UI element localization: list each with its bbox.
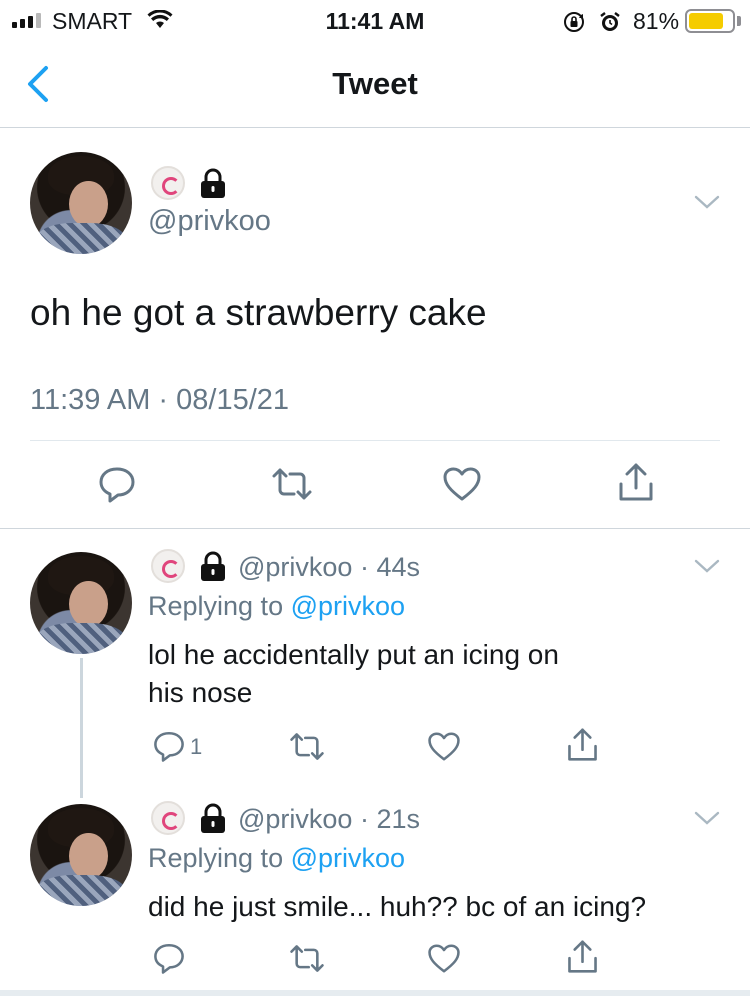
like-heart-icon[interactable] bbox=[427, 943, 461, 974]
status-bar: SMART 11:41 AM 81% bbox=[0, 0, 750, 42]
avatar[interactable] bbox=[30, 804, 132, 906]
reply-text: lol he accidentally put an icing on his … bbox=[148, 639, 559, 708]
reply-icon[interactable] bbox=[97, 464, 137, 504]
page-title: Tweet bbox=[332, 66, 418, 101]
replying-to: Replying to @privkoo bbox=[148, 843, 406, 873]
section-divider bbox=[0, 528, 750, 529]
tweet-text: oh he got a strawberry cake bbox=[30, 292, 487, 333]
protected-lock-icon bbox=[201, 168, 225, 198]
protected-lock-icon bbox=[201, 803, 225, 833]
reply-age: · 21s bbox=[359, 804, 420, 834]
emoji-badge-icon bbox=[151, 549, 185, 583]
reply-icon[interactable] bbox=[152, 729, 186, 763]
avatar[interactable] bbox=[30, 152, 132, 254]
chevron-down-icon[interactable] bbox=[694, 558, 720, 574]
battery-icon bbox=[685, 9, 735, 33]
share-icon[interactable] bbox=[566, 727, 599, 762]
reply-age: · 44s bbox=[359, 552, 420, 582]
divider bbox=[30, 440, 720, 441]
reply-header: @privkoo · 44s bbox=[238, 552, 420, 583]
emoji-badge-icon bbox=[151, 801, 185, 835]
chevron-down-icon[interactable] bbox=[694, 810, 720, 826]
reply-text: did he just smile... huh?? bc of an icin… bbox=[148, 891, 647, 922]
share-icon[interactable] bbox=[617, 462, 655, 502]
protected-lock-icon bbox=[201, 551, 225, 581]
author-handle[interactable]: @privkoo bbox=[148, 205, 271, 238]
replying-to: Replying to @privkoo bbox=[148, 591, 406, 621]
reply-handle[interactable]: @privkoo bbox=[238, 804, 352, 834]
tweet-timestamp[interactable]: 11:39 AM · 08/15/21 bbox=[30, 384, 289, 417]
retweet-icon[interactable] bbox=[270, 466, 314, 502]
retweet-icon[interactable] bbox=[288, 943, 326, 974]
like-heart-icon[interactable] bbox=[442, 466, 482, 502]
like-heart-icon[interactable] bbox=[427, 731, 461, 762]
retweet-icon[interactable] bbox=[288, 731, 326, 762]
rotation-lock-icon bbox=[562, 10, 586, 39]
reply-count: 1 bbox=[190, 734, 203, 759]
reply-handle[interactable]: @privkoo bbox=[238, 552, 352, 582]
bottom-divider bbox=[0, 990, 750, 996]
reply-header: @privkoo · 21s bbox=[238, 804, 420, 835]
replying-to-link[interactable]: @privkoo bbox=[291, 843, 405, 873]
alarm-icon bbox=[598, 10, 622, 39]
replying-to-link[interactable]: @privkoo bbox=[291, 591, 405, 621]
battery-percent: 81% bbox=[633, 8, 680, 34]
chevron-down-icon[interactable] bbox=[694, 194, 720, 210]
reply-icon[interactable] bbox=[152, 941, 186, 975]
nav-bar: Tweet bbox=[0, 42, 750, 128]
share-icon[interactable] bbox=[566, 939, 599, 974]
thread-connector bbox=[80, 658, 83, 798]
emoji-badge-icon bbox=[151, 166, 185, 200]
avatar[interactable] bbox=[30, 552, 132, 654]
